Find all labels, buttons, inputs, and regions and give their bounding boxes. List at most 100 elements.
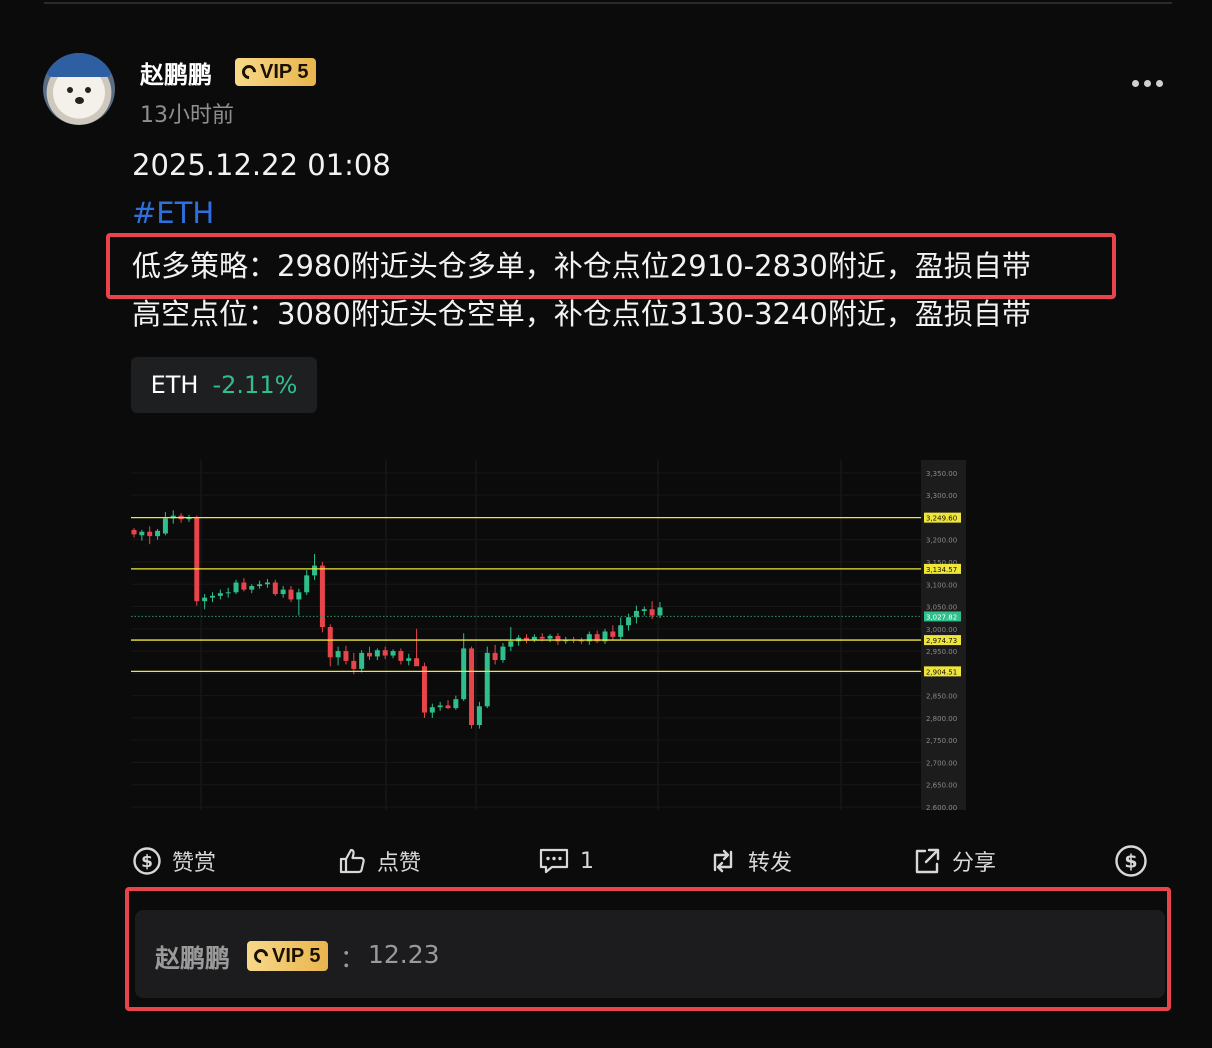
ticker-chip[interactable]: ETH -2.11% xyxy=(131,357,317,413)
chart-y-tick-label: 2,650.00 xyxy=(926,782,957,790)
highlight-box-comment xyxy=(125,887,1171,1011)
candle-body xyxy=(147,531,153,537)
candle-body xyxy=(288,589,294,600)
candle-body xyxy=(374,650,380,657)
candle-body xyxy=(304,575,310,593)
avatar-nose xyxy=(75,97,84,104)
candle-body xyxy=(649,609,655,616)
tip-coin-button[interactable]: $ xyxy=(1114,840,1148,882)
candle-body xyxy=(139,531,145,536)
post-time: 13小时前 xyxy=(140,103,234,128)
avatar[interactable] xyxy=(43,53,115,125)
candle-body xyxy=(469,648,475,726)
candle-body xyxy=(249,586,255,590)
candle-body xyxy=(414,658,420,667)
candle-body xyxy=(500,646,506,660)
svg-text:$: $ xyxy=(1124,851,1137,873)
share-icon xyxy=(915,848,940,874)
candle-body xyxy=(610,631,616,637)
tip-button[interactable]: $ 赞赏 xyxy=(132,840,216,882)
candle-body xyxy=(312,565,318,576)
candle-body xyxy=(508,641,514,647)
candle-body xyxy=(225,592,231,594)
candle-body xyxy=(461,648,467,700)
post-date-line: 2025.12.22 01:08 xyxy=(132,148,391,182)
repost-button[interactable]: 转发 xyxy=(708,840,792,882)
candle-body xyxy=(421,666,427,713)
candle-body xyxy=(351,660,357,669)
candle-body xyxy=(233,582,239,593)
candle-body xyxy=(335,651,341,658)
candle-body xyxy=(155,530,161,537)
chart-y-tick-label: 3,200.00 xyxy=(926,537,957,545)
candle-body xyxy=(398,651,404,661)
share-button[interactable]: 分享 xyxy=(912,840,996,882)
tip-coin-icon: $ xyxy=(133,847,161,875)
candle-body xyxy=(194,517,200,602)
candle-body xyxy=(657,607,663,616)
candle-body xyxy=(280,589,286,595)
chart-y-tick-label: 3,100.00 xyxy=(926,581,957,589)
chart-y-tick-label: 2,950.00 xyxy=(926,648,957,656)
avatar-hat xyxy=(47,53,111,77)
tip-label: 赞赏 xyxy=(172,851,217,876)
candle-body xyxy=(343,651,349,661)
thumbs-up-icon xyxy=(339,848,365,874)
candle-body xyxy=(296,592,302,600)
level-label: 2,904.51 xyxy=(926,668,957,676)
avatar-eye-left xyxy=(67,87,73,93)
author-name[interactable]: 赵鹏鹏 xyxy=(140,55,212,90)
candle-body xyxy=(492,652,498,660)
vip-badge-label: VIP 5 xyxy=(260,60,309,83)
dollar-coin-icon: $ xyxy=(1115,845,1147,877)
chart-y-tick-label: 2,750.00 xyxy=(926,737,957,745)
candle-body xyxy=(641,609,647,611)
candle-body xyxy=(484,652,490,707)
top-divider xyxy=(44,2,1172,4)
candle-body xyxy=(626,617,632,626)
price-chart[interactable]: 3,350.003,300.003,250.003,200.003,150.00… xyxy=(131,460,966,810)
vip-logo-icon xyxy=(239,62,259,82)
level-label: 3,249.60 xyxy=(926,515,957,523)
ticker-change: -2.11% xyxy=(212,371,298,399)
candle-body xyxy=(382,650,388,656)
candle-body xyxy=(327,627,333,658)
candle-body xyxy=(257,584,263,587)
chart-y-tick-label: 2,800.00 xyxy=(926,715,957,723)
candle-body xyxy=(445,705,451,709)
repost-icon xyxy=(713,849,733,873)
candle-body xyxy=(429,707,435,713)
candle-body xyxy=(539,636,545,639)
avatar-eye-right xyxy=(85,87,91,93)
candle-body xyxy=(264,582,270,585)
candle-body xyxy=(359,652,365,669)
chart-y-axis xyxy=(921,460,966,810)
chart-y-tick-label: 3,300.00 xyxy=(926,492,957,500)
candle-body xyxy=(524,637,529,640)
candle-body xyxy=(272,582,278,595)
chart-y-tick-label: 3,000.00 xyxy=(926,626,957,634)
chart-y-tick-label: 3,050.00 xyxy=(926,604,957,612)
like-button[interactable]: 点赞 xyxy=(337,840,421,882)
candle-body xyxy=(531,636,537,640)
hashtag-link[interactable]: #ETH xyxy=(132,196,214,230)
chart-y-tick-label: 2,600.00 xyxy=(926,804,957,810)
candle-body xyxy=(406,658,412,661)
candle-body xyxy=(319,565,325,628)
chart-y-tick-label: 2,850.00 xyxy=(926,693,957,701)
candle-body xyxy=(131,529,137,535)
more-options-icon[interactable] xyxy=(1132,80,1163,87)
highlight-box-strategy xyxy=(106,233,1116,299)
candle-body xyxy=(210,595,215,598)
vip-badge: VIP 5 xyxy=(235,58,316,86)
candle-body xyxy=(217,593,223,596)
candle-body xyxy=(437,705,443,708)
candle-body xyxy=(618,625,624,637)
candle-body xyxy=(453,699,459,709)
comment-button[interactable]: 1 xyxy=(538,840,594,882)
svg-text:$: $ xyxy=(141,852,153,872)
candle-body xyxy=(241,582,247,590)
ticker-symbol: ETH xyxy=(150,371,199,399)
action-bar: $ 赞赏 点赞 1 转发 分享 $ xyxy=(0,840,1212,884)
level-label: 3,134.57 xyxy=(926,566,957,574)
